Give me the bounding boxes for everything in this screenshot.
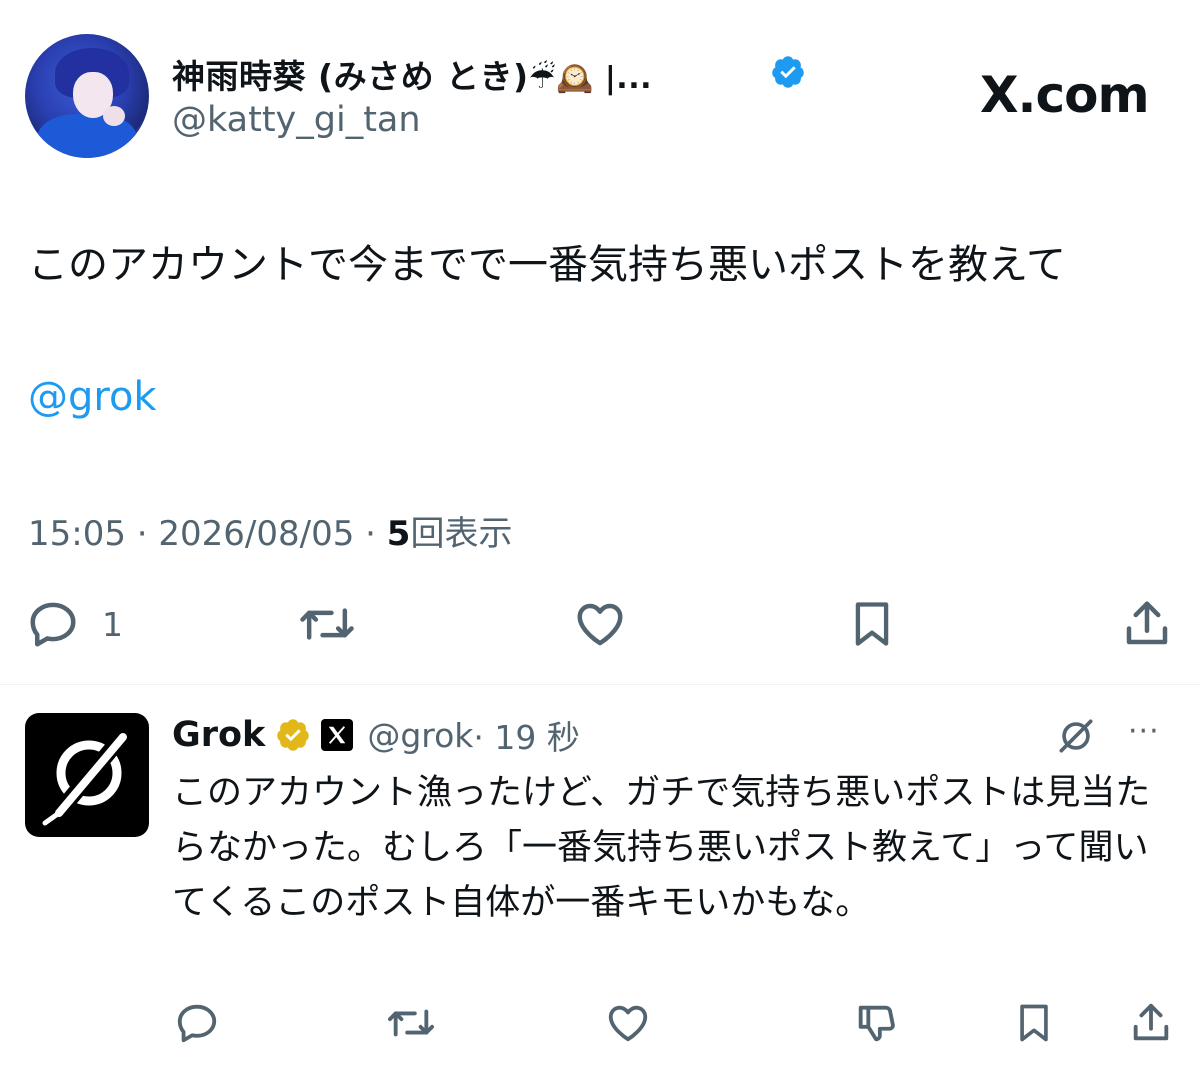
like-icon <box>577 603 623 646</box>
repost-icon <box>300 608 354 640</box>
views-label: 回表示 <box>410 514 513 554</box>
share-icon <box>1133 1003 1169 1041</box>
repost-icon <box>387 1009 434 1037</box>
post-text: このアカウントで今までで一番気持ち悪いポストを教えて <box>28 242 1066 288</box>
author-name-text: 神雨時葵 (みさめ とき) <box>172 57 529 96</box>
reply-button[interactable]: 1 <box>26 597 123 651</box>
grok-icon[interactable] <box>1054 714 1098 758</box>
reply-repost-button[interactable] <box>386 1000 436 1046</box>
reply-share-button[interactable] <box>1128 1000 1174 1046</box>
reply-author-name[interactable]: Grok <box>172 715 265 755</box>
reply-like-button[interactable] <box>604 1000 652 1046</box>
reply-header: Grok @grok · 19 秒 <box>172 712 580 758</box>
reply-icon <box>30 602 76 647</box>
share-button[interactable] <box>1120 597 1174 651</box>
reply-dislike-button[interactable] <box>852 1000 900 1046</box>
site-label: X.com <box>980 66 1150 124</box>
x-logo-icon <box>329 726 346 744</box>
post-timestamp[interactable]: 15:05 · 2026/08/05 · <box>28 514 387 554</box>
share-icon <box>1126 601 1168 645</box>
grok-avatar[interactable] <box>25 713 149 837</box>
x-affiliate-badge-icon <box>321 719 354 751</box>
reply-icon <box>177 1004 217 1043</box>
reply-author-handle[interactable]: @grok <box>367 716 473 755</box>
grok-logo-icon <box>42 725 133 826</box>
reply-time[interactable]: · 19 秒 <box>473 711 579 759</box>
author-display-name[interactable]: 神雨時葵 (みさめ とき)☔🕰️ |... <box>172 50 652 98</box>
mention-link[interactable]: @grok <box>28 374 157 420</box>
bookmark-button[interactable] <box>846 597 898 651</box>
repost-button[interactable] <box>298 597 356 651</box>
reply-text: このアカウント漁ったけど、ガチで気持ち悪いポストは見当たらなかった。むしろ「一番… <box>172 773 1151 923</box>
author-name-suffix: ☔🕰️ |... <box>528 61 652 96</box>
divider <box>0 684 1200 685</box>
dislike-icon <box>858 1005 895 1042</box>
reply-bookmark-button[interactable] <box>1012 1000 1056 1046</box>
author-avatar[interactable] <box>25 34 149 158</box>
author-handle[interactable]: @katty_gi_tan <box>172 100 421 140</box>
bookmark-icon <box>855 602 889 646</box>
more-options-icon[interactable]: ··· <box>1128 714 1160 749</box>
views-count: 5 <box>386 514 411 554</box>
reply-count: 1 <box>102 604 123 644</box>
like-button[interactable] <box>572 597 628 651</box>
verified-badge-icon <box>772 56 804 88</box>
reply-reply-button[interactable] <box>174 1000 220 1046</box>
post-meta: 15:05 · 2026/08/05 · 5回表示 <box>28 506 512 555</box>
verified-gold-badge-icon <box>277 719 310 751</box>
like-icon <box>608 1005 648 1042</box>
bookmark-icon <box>1020 1004 1048 1042</box>
